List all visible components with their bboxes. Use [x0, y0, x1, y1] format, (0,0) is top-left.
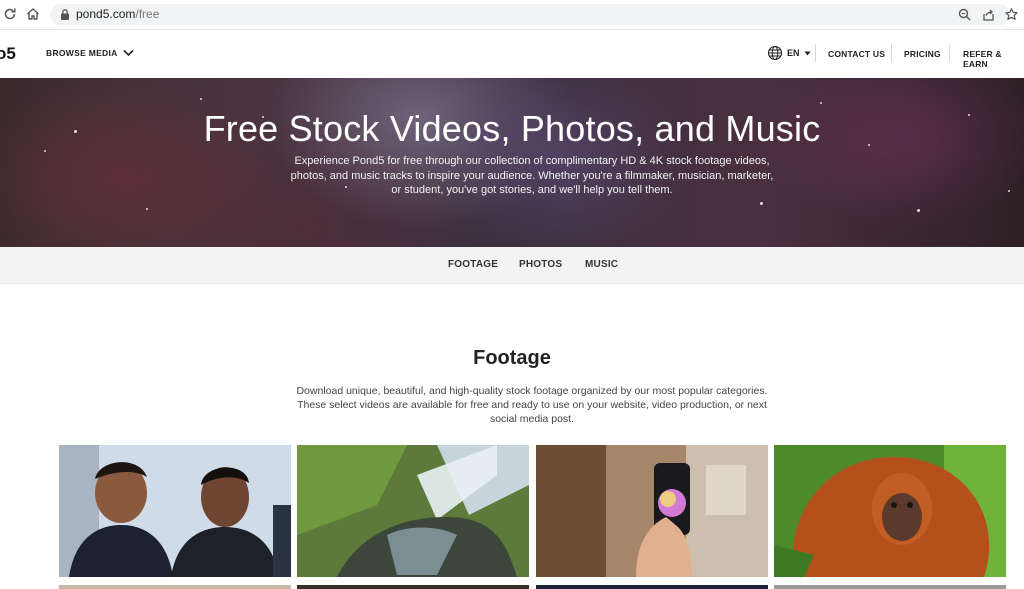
tab-footage[interactable]: FOOTAGE	[448, 259, 498, 270]
hero-subtitle: Experience Pond5 for free through our co…	[290, 155, 774, 196]
footage-thumbnail-row2-1[interactable]	[59, 585, 291, 589]
globe-icon	[767, 45, 783, 61]
media-type-tabs: FOOTAGE PHOTOS MUSIC	[0, 247, 1024, 284]
pond5-logo[interactable]: o5	[0, 44, 16, 64]
site-header: o5 BROWSE MEDIA EN CONTACT US PRICING RE…	[0, 30, 1024, 78]
divider	[949, 44, 950, 62]
address-bar[interactable]: pond5.com/free	[50, 4, 1018, 25]
lock-icon	[61, 9, 69, 20]
contact-us-link[interactable]: CONTACT US	[828, 49, 885, 59]
divider	[815, 44, 816, 62]
star	[1008, 190, 1010, 192]
bookmark-star-icon[interactable]	[1004, 7, 1019, 22]
star	[146, 208, 148, 210]
footage-thumbnail-friends[interactable]	[59, 445, 291, 577]
url-text: pond5.com/free	[76, 7, 159, 21]
language-selector[interactable]: EN	[767, 45, 811, 61]
footage-thumbnail-smartphone[interactable]	[536, 445, 768, 577]
footage-thumbnail-orangutan[interactable]	[774, 445, 1006, 577]
refer-earn-link[interactable]: REFER & EARN	[963, 49, 1024, 69]
reload-icon[interactable]	[2, 6, 18, 22]
footage-thumbnail-row2-2[interactable]	[297, 585, 529, 589]
browser-toolbar: pond5.com/free	[0, 0, 1024, 30]
footage-thumbnail-waterfall[interactable]	[297, 445, 529, 577]
tab-music[interactable]: MUSIC	[585, 259, 618, 270]
hero-title: Free Stock Videos, Photos, and Music	[203, 108, 821, 149]
star	[44, 150, 46, 152]
footage-section-description: Download unique, beautiful, and high-qua…	[296, 385, 768, 425]
footage-section-title: Footage	[473, 347, 551, 369]
divider	[891, 44, 892, 62]
chevron-down-icon	[123, 49, 134, 57]
hero-banner: Free Stock Videos, Photos, and Music Exp…	[0, 78, 1024, 247]
caret-down-icon	[804, 51, 811, 55]
browse-media-label: BROWSE MEDIA	[46, 48, 118, 58]
zoom-icon[interactable]	[957, 7, 972, 22]
star	[917, 209, 920, 212]
share-icon[interactable]	[981, 7, 996, 22]
browse-media-menu[interactable]: BROWSE MEDIA	[46, 48, 134, 58]
pricing-link[interactable]: PRICING	[904, 49, 941, 59]
waterfall-thumbnail-image	[297, 445, 529, 577]
url-path: /free	[135, 7, 160, 21]
footage-thumbnail-row2-3[interactable]	[536, 585, 768, 589]
star	[200, 98, 202, 100]
footage-thumbnail-row2-4[interactable]	[774, 585, 1006, 589]
url-host: pond5.com	[76, 7, 136, 21]
orangutan-thumbnail-image	[774, 445, 1006, 577]
tab-photos[interactable]: PHOTOS	[519, 259, 562, 270]
language-label: EN	[787, 48, 800, 58]
friends-thumbnail-image	[59, 445, 291, 577]
star	[820, 102, 822, 104]
home-icon[interactable]	[25, 6, 41, 22]
star	[760, 202, 763, 205]
smartphone-thumbnail-image	[536, 445, 768, 577]
